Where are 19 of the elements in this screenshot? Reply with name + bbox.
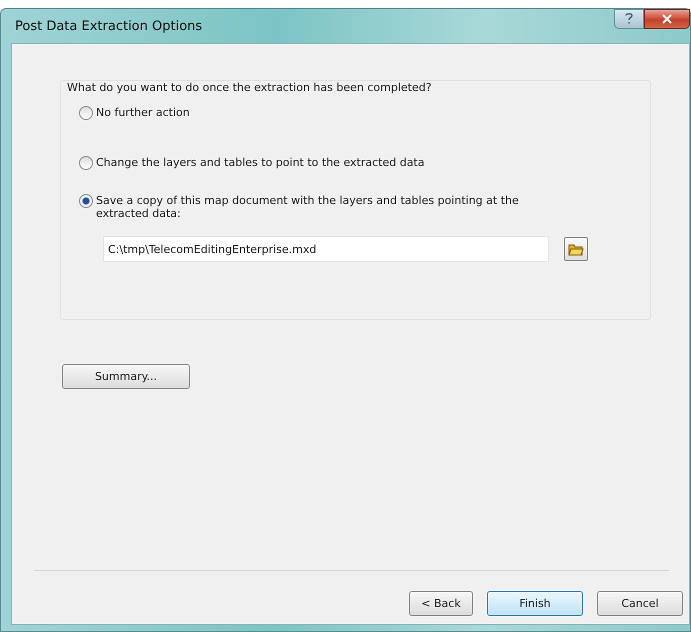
close-button[interactable] [644, 9, 690, 29]
path-field[interactable]: C:\tmp\TelecomEditingEnterprise.mxd [103, 236, 549, 262]
dialog-button[interactable]: Cancel [597, 591, 683, 616]
radio-button[interactable] [79, 194, 93, 208]
folder-icon [568, 242, 584, 256]
close-icon [662, 14, 672, 24]
radio-button[interactable] [79, 106, 93, 120]
option-label: No further action [96, 106, 190, 119]
dialog-button[interactable]: < Back [409, 591, 473, 616]
browse-button[interactable] [564, 237, 588, 261]
finish-button[interactable]: Finish [487, 591, 583, 616]
question-text: What do you want to do once the extraction has been completed? [67, 81, 433, 94]
option-label: Change the layers and tables to point to the extracted data [96, 156, 424, 169]
summary-button[interactable]: Summary... [62, 364, 190, 389]
radio-button[interactable] [79, 156, 93, 170]
option-label: Save a copy of this map document with the layers and tables pointing at the extracted data: [96, 194, 519, 220]
help-button[interactable] [614, 9, 644, 29]
window-title: Post Data Extraction Options [14, 18, 202, 34]
help-icon [625, 12, 633, 24]
